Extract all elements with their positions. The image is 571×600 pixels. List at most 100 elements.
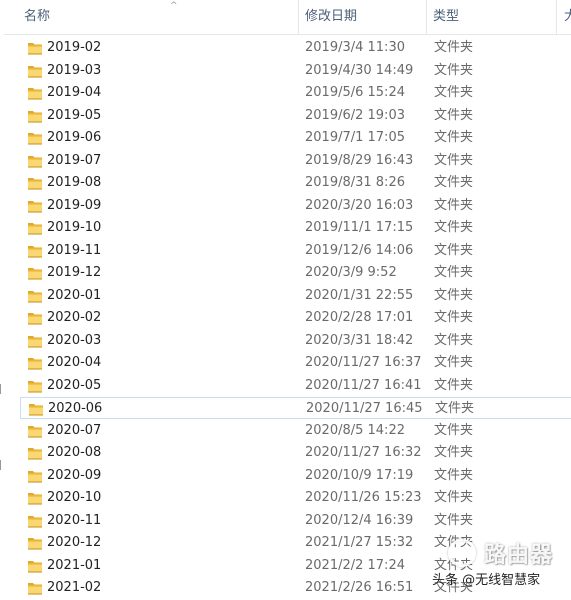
file-type: 文件夹 [434, 490, 474, 505]
file-row[interactable]: 2019-12 2020/3/9 9:52 文件夹 [20, 262, 571, 284]
file-type: 文件夹 [434, 265, 474, 280]
folder-icon [27, 130, 43, 146]
file-row[interactable]: 2020-07 2020/8/5 14:22 文件夹 [20, 420, 571, 442]
folder-icon [27, 513, 43, 529]
file-name: 2020-05 [47, 377, 102, 393]
file-row[interactable]: 2019-03 2019/4/30 14:49 文件夹 [20, 60, 571, 82]
file-date-modified: 2019/7/1 17:05 [305, 130, 405, 145]
file-name: 2019-05 [47, 107, 102, 123]
file-date-modified: 2020/8/5 14:22 [305, 422, 405, 438]
file-row[interactable]: 2020-02 2020/2/28 17:01 文件夹 [20, 307, 571, 329]
file-row[interactable]: 2019-04 2019/5/6 15:24 文件夹 [20, 82, 571, 104]
file-date-modified: 2020/11/27 16:45 [306, 401, 423, 416]
folder-icon [27, 153, 43, 169]
file-row[interactable]: 2019-05 2019/6/2 19:03 文件夹 [20, 105, 571, 127]
file-name: 2019-03 [47, 62, 102, 78]
splitter-mark [0, 384, 4, 394]
folder-icon [27, 265, 43, 281]
file-date-modified: 2019/6/2 19:03 [305, 107, 405, 123]
folder-icon [27, 40, 43, 56]
file-type: 文件夹 [434, 355, 474, 370]
file-name: 2020-04 [47, 355, 102, 370]
file-type: 文件夹 [434, 580, 474, 595]
sort-ascending-icon: ^ [170, 1, 178, 11]
file-row[interactable]: 2020-12 2021/1/27 15:32 文件夹 [20, 532, 571, 554]
file-type: 文件夹 [434, 175, 474, 190]
file-name: 2020-10 [47, 490, 102, 505]
column-header-name[interactable]: 名称 ^ [18, 0, 298, 34]
file-row[interactable]: 2019-07 2019/8/29 16:43 文件夹 [20, 150, 571, 172]
file-row[interactable]: 2020-09 2020/10/9 17:19 文件夹 [20, 465, 571, 487]
file-date-modified: 2021/2/2 17:24 [305, 557, 405, 573]
file-type: 文件夹 [434, 40, 474, 55]
file-name: 2019-10 [47, 220, 102, 235]
file-date-modified: 2020/11/27 16:32 [305, 445, 422, 460]
file-type: 文件夹 [434, 287, 474, 303]
file-date-modified: 2020/3/9 9:52 [305, 265, 397, 280]
folder-icon [27, 220, 43, 236]
file-name: 2020-08 [47, 445, 102, 460]
file-date-modified: 2020/1/31 22:55 [305, 287, 414, 303]
column-header-bar: 名称 ^ 修改日期 类型 大 [0, 0, 571, 35]
file-type: 文件夹 [435, 401, 475, 416]
file-date-modified: 2020/10/9 17:19 [305, 467, 414, 483]
file-row-selected[interactable]: 2020-06 2020/11/27 16:45 文件夹 [20, 397, 571, 419]
folder-icon [27, 558, 43, 574]
folder-icon [27, 198, 43, 214]
file-date-modified: 2021/1/27 15:32 [305, 535, 414, 550]
folder-icon [27, 355, 43, 371]
folder-icon [27, 378, 43, 394]
folder-icon [27, 445, 43, 461]
file-date-modified: 2021/2/26 16:51 [305, 580, 414, 595]
column-header-type[interactable]: 类型 [426, 0, 556, 34]
file-row[interactable]: 2020-05 2020/11/27 16:41 文件夹 [20, 375, 571, 397]
folder-icon [27, 175, 43, 191]
column-header-size-label: 大 [564, 9, 571, 24]
file-row[interactable]: 2019-11 2019/12/6 14:06 文件夹 [20, 240, 571, 262]
folder-icon [27, 333, 43, 349]
file-row[interactable]: 2020-10 2020/11/26 15:23 文件夹 [20, 487, 571, 509]
file-type: 文件夹 [434, 445, 474, 460]
file-name: 2020-11 [47, 512, 102, 528]
file-date-modified: 2020/11/27 16:37 [305, 355, 422, 370]
splitter-mark [0, 460, 4, 470]
file-row[interactable]: 2020-11 2020/12/4 16:39 文件夹 [20, 510, 571, 532]
file-row[interactable]: 2020-08 2020/11/27 16:32 文件夹 [20, 442, 571, 464]
file-date-modified: 2019/11/1 17:15 [305, 220, 414, 235]
file-row[interactable]: 2019-08 2019/8/31 8:26 文件夹 [20, 172, 571, 194]
folder-icon [27, 310, 43, 326]
column-header-type-label: 类型 [433, 9, 460, 24]
folder-icon [27, 108, 43, 124]
file-date-modified: 2019/12/6 14:06 [305, 242, 414, 258]
file-date-modified: 2020/11/26 15:23 [305, 490, 422, 505]
file-row[interactable]: 2021-01 2021/2/2 17:24 文件夹 [20, 555, 571, 577]
folder-icon [27, 535, 43, 551]
file-row[interactable]: 2020-04 2020/11/27 16:37 文件夹 [20, 352, 571, 374]
file-row[interactable]: 2019-06 2019/7/1 17:05 文件夹 [20, 127, 571, 149]
file-row[interactable]: 2020-03 2020/3/31 18:42 文件夹 [20, 330, 571, 352]
file-type: 文件夹 [434, 377, 474, 393]
folder-icon [27, 288, 43, 304]
file-type: 文件夹 [434, 310, 474, 325]
file-row[interactable]: 2019-02 2019/3/4 11:30 文件夹 [20, 37, 571, 59]
file-row[interactable]: 2020-01 2020/1/31 22:55 文件夹 [20, 285, 571, 307]
file-type: 文件夹 [434, 422, 474, 438]
folder-icon [27, 423, 43, 439]
file-row[interactable]: 2019-09 2020/3/20 16:03 文件夹 [20, 195, 571, 217]
file-type: 文件夹 [434, 130, 474, 145]
column-header-date-modified[interactable]: 修改日期 [298, 0, 426, 34]
column-header-size[interactable]: 大 [556, 0, 571, 34]
file-date-modified: 2019/8/29 16:43 [305, 152, 414, 168]
file-name: 2020-01 [47, 287, 102, 303]
file-row[interactable]: 2021-02 2021/2/26 16:51 文件夹 [20, 577, 571, 599]
file-name: 2020-02 [47, 310, 102, 325]
file-type: 文件夹 [434, 62, 474, 78]
file-row[interactable]: 2019-10 2019/11/1 17:15 文件夹 [20, 217, 571, 239]
navigation-pane-edge [0, 34, 4, 600]
folder-icon [28, 401, 44, 417]
file-type: 文件夹 [434, 242, 474, 258]
file-name: 2019-07 [47, 152, 102, 168]
file-type: 文件夹 [434, 197, 474, 213]
file-type: 文件夹 [434, 557, 474, 573]
file-name: 2020-03 [47, 332, 102, 348]
